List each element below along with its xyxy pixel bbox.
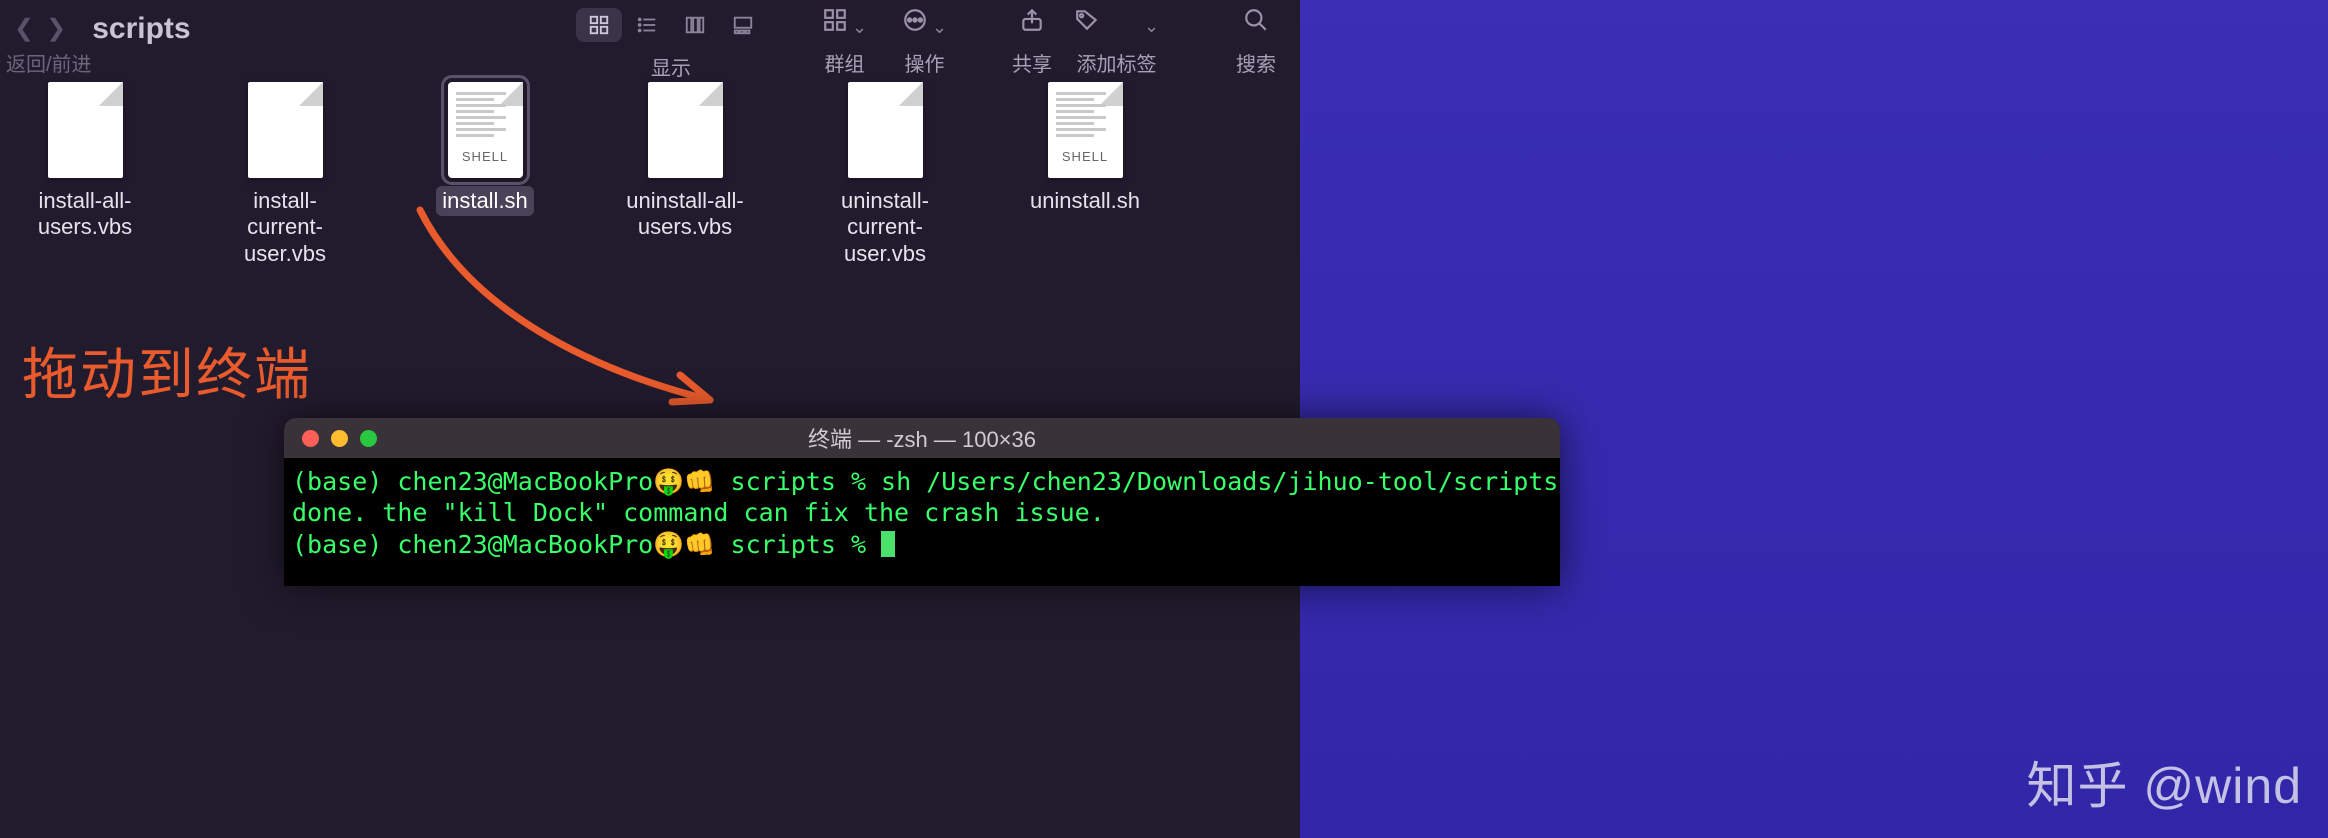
finder-titlebar: ❮ ❯ scripts 返回/前进: [0, 0, 1300, 70]
tags-label: 添加标签: [1077, 48, 1157, 77]
file-name: uninstall-current-user.vbs: [810, 186, 960, 269]
file-name: install-all-users.vbs: [10, 186, 160, 243]
document-file-icon: [848, 82, 923, 178]
file-item[interactable]: uninstall-all-users.vbs: [610, 82, 760, 269]
view-list-mode[interactable]: [624, 8, 670, 42]
nav-back-button[interactable]: ❮: [14, 14, 34, 43]
file-name: uninstall.sh: [1024, 186, 1146, 216]
document-file-icon: [248, 82, 323, 178]
nav-forward-button[interactable]: ❯: [46, 14, 66, 43]
nav-back-forward-label: 返回/前进: [6, 48, 92, 77]
file-item[interactable]: install.sh: [410, 82, 560, 269]
folder-title: scripts: [92, 6, 190, 46]
view-mode-segmented[interactable]: [572, 4, 770, 46]
shell-file-icon: [1048, 82, 1123, 178]
files-grid: install-all-users.vbs install-current-use…: [10, 82, 1160, 269]
terminal-body[interactable]: (base) chen23@MacBookPro🤑👊 scripts % sh …: [284, 458, 1560, 568]
watermark-text: 知乎 @wind: [2027, 746, 2302, 818]
file-item[interactable]: uninstall-current-user.vbs: [810, 82, 960, 269]
view-column-mode[interactable]: [672, 8, 718, 42]
file-item[interactable]: install-current-user.vbs: [210, 82, 360, 269]
file-name: install-current-user.vbs: [210, 186, 360, 269]
share-label: 共享: [1012, 48, 1052, 77]
document-file-icon: [648, 82, 723, 178]
group-label: 群组: [825, 48, 865, 77]
file-name: uninstall-all-users.vbs: [610, 186, 760, 243]
file-item[interactable]: install-all-users.vbs: [10, 82, 160, 269]
tags-chevron[interactable]: ⌄: [1114, 8, 1159, 39]
action-label: 操作: [905, 48, 945, 77]
document-file-icon: [48, 82, 123, 178]
action-button[interactable]: ⌄: [902, 7, 947, 40]
shell-file-icon: [448, 82, 523, 178]
terminal-titlebar[interactable]: 终端 — -zsh — 100×36: [284, 418, 1560, 458]
view-icon-mode[interactable]: [576, 8, 622, 42]
annotation-text: 拖动到终端: [22, 330, 312, 411]
group-button[interactable]: ⌄: [822, 7, 867, 40]
view-label: 显示: [651, 52, 691, 81]
file-item[interactable]: uninstall.sh: [1010, 82, 1160, 269]
share-button[interactable]: [1019, 7, 1045, 40]
view-gallery-mode[interactable]: [720, 8, 766, 42]
terminal-title: 终端 — -zsh — 100×36: [284, 422, 1560, 454]
tags-button[interactable]: [1074, 7, 1100, 40]
terminal-window: 终端 — -zsh — 100×36 (base) chen23@MacBook…: [284, 418, 1560, 586]
terminal-cursor: [881, 531, 895, 557]
search-label: 搜索: [1236, 48, 1276, 77]
search-button[interactable]: [1243, 7, 1269, 40]
file-name: install.sh: [436, 186, 534, 216]
